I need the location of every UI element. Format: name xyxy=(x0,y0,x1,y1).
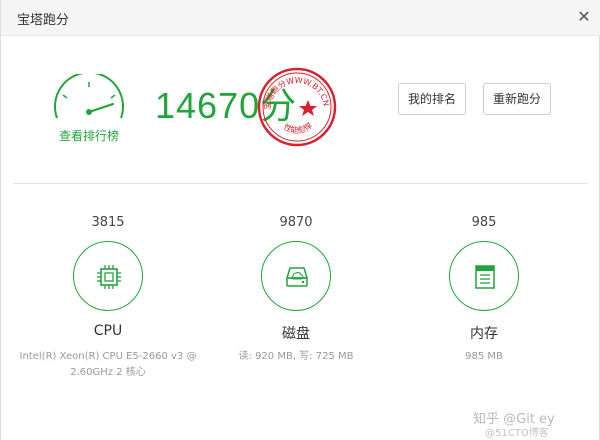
gauge-icon[interactable] xyxy=(49,74,129,124)
dialog-title: 宝塔跑分 xyxy=(17,13,70,28)
title-bar: 宝塔跑分 ✕ xyxy=(1,0,600,36)
disk-card: 9870 磁盘 读: 920 MB, 写: 725 MB xyxy=(201,215,391,365)
stamp-seal-icon: 宝塔跑分WWW.BT.CN 性能彪悍 xyxy=(257,67,337,147)
disk-icon xyxy=(286,267,308,287)
memory-icon-circle xyxy=(449,241,519,311)
watermark-text-2: @51CTO博客 xyxy=(485,428,549,439)
cpu-score: 3815 xyxy=(91,215,125,230)
disk-score: 9870 xyxy=(279,215,313,230)
memory-icon xyxy=(475,265,495,289)
memory-label: 内存 xyxy=(470,326,498,342)
memory-score: 985 xyxy=(471,215,497,230)
benchmark-dialog: 宝塔跑分 ✕ 查看排行榜 14670分 宝塔跑分WWW.BT.CN 性能彪悍 我… xyxy=(0,0,600,440)
cpu-desc-line2: 2.60GHz 2 核心 xyxy=(70,367,146,378)
divider xyxy=(13,183,588,184)
my-rank-button[interactable]: 我的排名 xyxy=(398,83,466,115)
disk-icon-circle xyxy=(261,241,331,311)
cpu-icon-circle xyxy=(73,241,143,311)
cpu-label: CPU xyxy=(93,323,123,339)
close-icon[interactable]: ✕ xyxy=(573,6,595,28)
cpu-desc-line1: Intel(R) Xeon(R) CPU E5-2660 v3 @ xyxy=(19,351,197,362)
disk-desc-line1: 读: 920 MB, 写: 725 MB xyxy=(238,351,354,362)
svg-text:宝塔跑分WWW.BT.CN: 宝塔跑分WWW.BT.CN xyxy=(262,76,331,111)
memory-card: 985 内存 985 MB xyxy=(389,215,579,365)
svg-text:性能彪悍: 性能彪悍 xyxy=(282,120,314,135)
cpu-description: Intel(R) Xeon(R) CPU E5-2660 v3 @ 2.60GH… xyxy=(13,349,203,381)
ranking-link[interactable]: 查看排行榜 xyxy=(59,127,119,144)
disk-description: 读: 920 MB, 写: 725 MB xyxy=(201,349,391,365)
disk-label: 磁盘 xyxy=(282,326,310,342)
cpu-icon xyxy=(97,265,121,289)
memory-desc-line1: 985 MB xyxy=(465,351,503,362)
memory-description: 985 MB xyxy=(389,349,579,365)
cpu-card: 3815 CPU Intel(R) Xeon(R) CPU E5-2660 v3… xyxy=(13,215,203,381)
retest-button[interactable]: 重新跑分 xyxy=(483,83,551,115)
